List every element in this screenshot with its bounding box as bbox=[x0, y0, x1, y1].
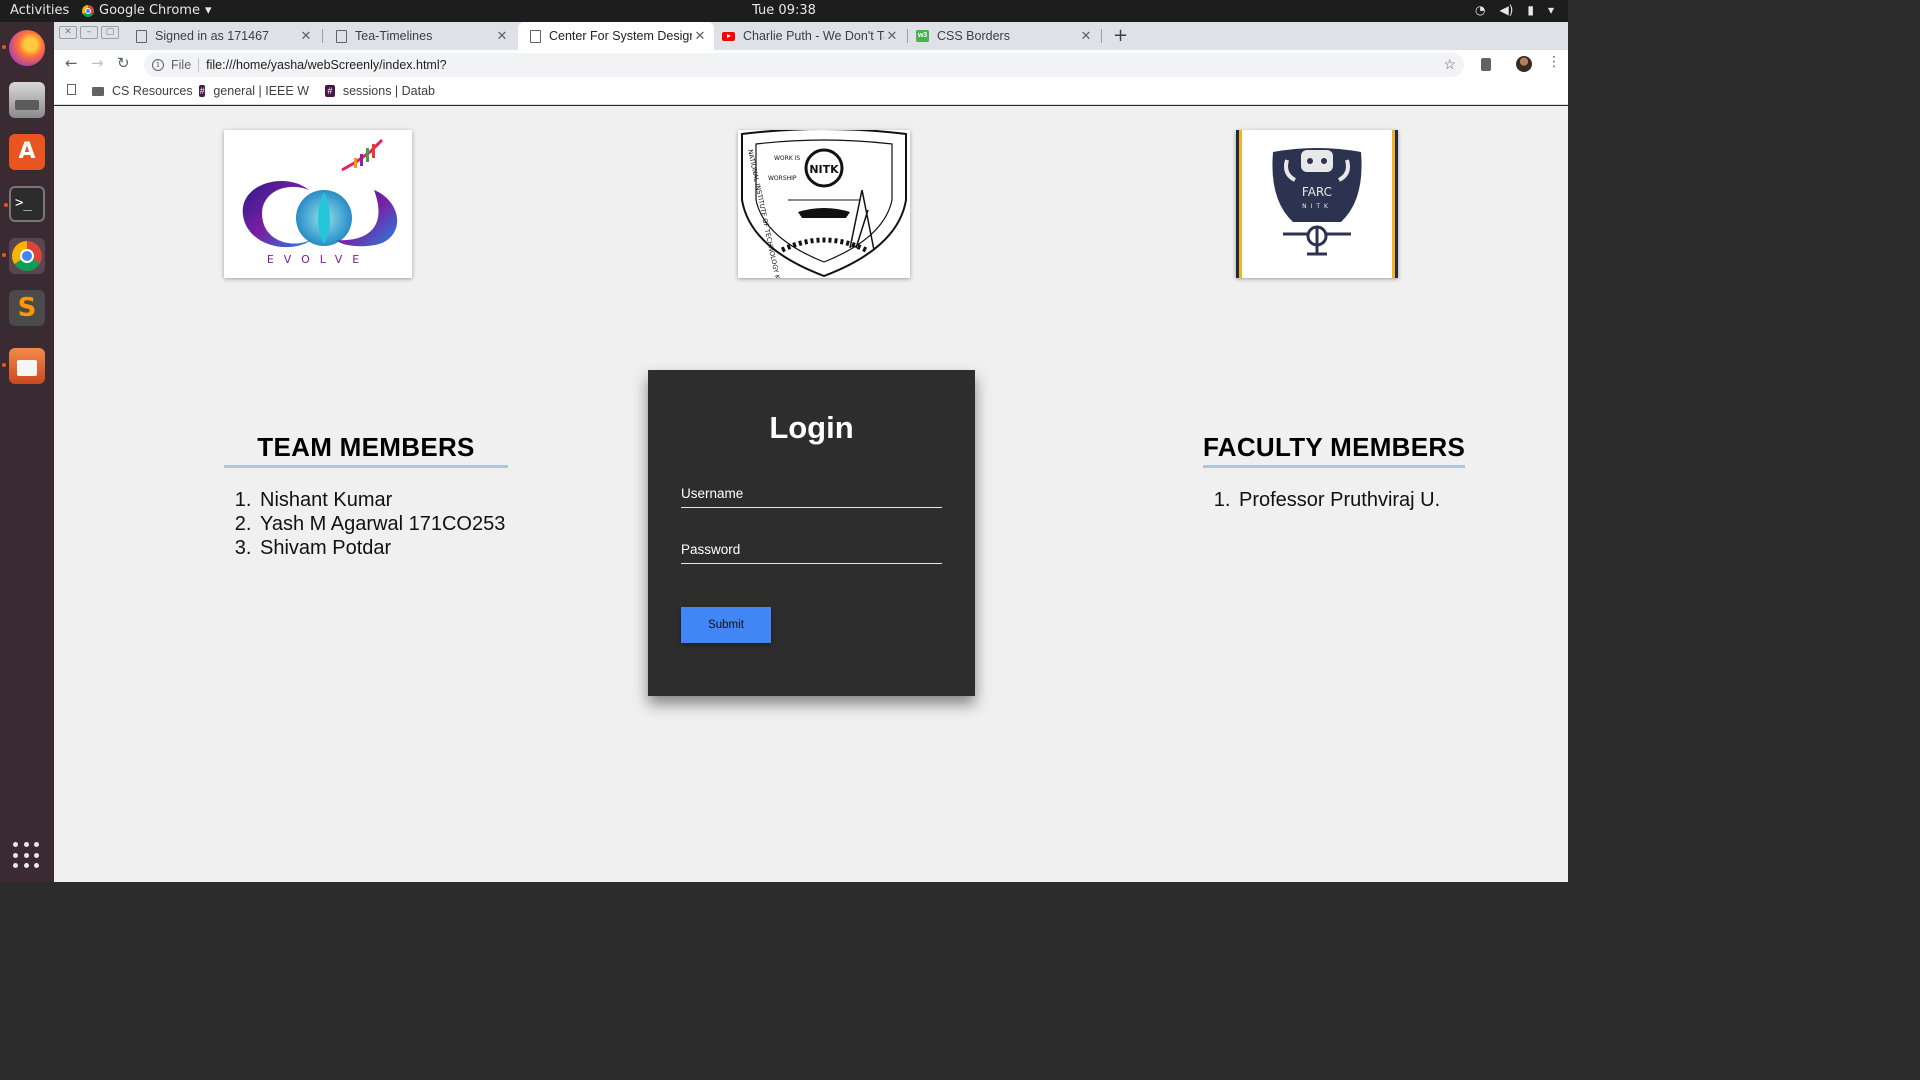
farc-nitk-logo: FARC NITK bbox=[1236, 130, 1398, 278]
close-tab-icon[interactable]: ✕ bbox=[494, 28, 510, 44]
close-tab-icon[interactable]: ✕ bbox=[1078, 28, 1094, 44]
page-icon bbox=[136, 29, 147, 43]
password-input[interactable] bbox=[681, 538, 942, 557]
tab-strip: ✕ – ▢ Signed in as 171467 ✕ Tea-Timeline… bbox=[54, 22, 1568, 50]
clock[interactable]: Tue 09:38 bbox=[0, 3, 1568, 18]
ubuntu-dock: A >_ S bbox=[0, 22, 54, 882]
tab-title: Charlie Puth - We Don't Ta bbox=[743, 29, 884, 43]
tab-title: Center For System Design bbox=[549, 29, 692, 43]
list-item: Nishant Kumar bbox=[257, 488, 508, 512]
page-icon bbox=[67, 84, 76, 95]
team-members-section: TEAM MEMBERS Nishant Kumar Yash M Agarwa… bbox=[224, 432, 508, 560]
faculty-members-section: FACULTY MEMBERS Professor Pruthviraj U. bbox=[1203, 432, 1466, 512]
password-field bbox=[681, 538, 942, 564]
window-controls: ✕ – ▢ bbox=[59, 26, 119, 39]
bookmark-label: sessions | Datab bbox=[342, 84, 435, 98]
app-menu[interactable]: Google Chrome ▾ bbox=[82, 3, 212, 18]
tab-title: Signed in as 171467 bbox=[155, 29, 269, 43]
firefox-icon[interactable] bbox=[2, 30, 45, 66]
extension-icon[interactable] bbox=[1481, 58, 1491, 71]
reload-icon[interactable]: ↻ bbox=[117, 54, 130, 72]
minimize-window-icon[interactable]: – bbox=[80, 26, 98, 39]
bookmark-cs-resources[interactable]: CS Resources bbox=[92, 84, 193, 98]
close-tab-icon[interactable]: ✕ bbox=[692, 28, 708, 44]
show-applications-icon[interactable] bbox=[13, 842, 41, 870]
url-text[interactable]: file:///home/yasha/webScreenly/index.htm… bbox=[206, 58, 446, 72]
info-icon[interactable]: i bbox=[152, 59, 164, 71]
chrome-icon[interactable] bbox=[2, 238, 45, 274]
menu-kebab-icon[interactable]: ⋮ bbox=[1547, 54, 1561, 70]
profile-avatar[interactable] bbox=[1516, 56, 1532, 72]
back-arrow-icon[interactable]: ← bbox=[65, 54, 78, 72]
slack-icon: # bbox=[199, 85, 206, 97]
browser-toolbar: ← → ↻ i File file:///home/yasha/webScree… bbox=[54, 50, 1568, 80]
tab-tea-timelines[interactable]: Tea-Timelines ✕ bbox=[324, 22, 516, 50]
tab-title: CSS Borders bbox=[937, 29, 1010, 43]
login-form: Login Submit bbox=[648, 370, 975, 696]
bookmarks-bar: CS Resources # general | IEEE W # sessio… bbox=[54, 80, 1568, 105]
list-item: Yash M Agarwal 171CO253 bbox=[257, 512, 508, 536]
csd-evolve-logo: EVOLVE bbox=[224, 130, 412, 278]
system-tray[interactable]: ◔ ◀) ▮ ▾ bbox=[1475, 3, 1554, 17]
page-icon bbox=[336, 29, 347, 43]
bookmark-label: general | IEEE W bbox=[213, 84, 309, 98]
bookmark-sessions-datab[interactable]: # sessions | Datab bbox=[325, 84, 435, 98]
image-viewer-icon[interactable] bbox=[2, 348, 45, 384]
close-tab-icon[interactable]: ✕ bbox=[884, 28, 900, 44]
folder-icon bbox=[92, 86, 104, 96]
logo-farc-text: FARC bbox=[1302, 185, 1332, 199]
maximize-window-icon[interactable]: ▢ bbox=[101, 26, 119, 39]
file-cabinet-icon[interactable] bbox=[9, 82, 45, 118]
logo-work-is-text: WORK IS bbox=[774, 155, 800, 162]
activities-button[interactable]: Activities bbox=[10, 3, 69, 18]
terminal-icon[interactable]: >_ bbox=[4, 186, 45, 222]
battery-icon: ▮ bbox=[1527, 3, 1534, 17]
list-item: Shivam Potdar bbox=[257, 536, 508, 560]
list-item: Professor Pruthviraj U. bbox=[1236, 488, 1465, 512]
faculty-members-heading: FACULTY MEMBERS bbox=[1203, 432, 1466, 468]
bookmark-general-ieee[interactable]: # general | IEEE W bbox=[199, 84, 309, 98]
tab-title: Tea-Timelines bbox=[355, 29, 433, 43]
tab-charlie-puth[interactable]: Charlie Puth - We Don't Ta ✕ bbox=[710, 22, 906, 50]
software-center-icon[interactable]: A bbox=[9, 134, 45, 170]
logo-farc-sub-text: NITK bbox=[1302, 203, 1332, 210]
login-title: Login bbox=[769, 410, 854, 445]
apps-shortcut[interactable] bbox=[67, 84, 76, 95]
logo-nitk-text: NITK bbox=[809, 163, 839, 176]
youtube-icon bbox=[722, 31, 735, 41]
chrome-icon bbox=[82, 4, 94, 17]
scheme-label: File bbox=[171, 58, 192, 72]
w3schools-icon: w3 bbox=[916, 30, 929, 42]
page-content: EVOLVE NITK WORK IS WORSHIP NATIONAL INS… bbox=[54, 106, 1568, 882]
page-icon bbox=[530, 29, 541, 43]
team-members-list: Nishant Kumar Yash M Agarwal 171CO253 Sh… bbox=[257, 488, 508, 560]
gnome-top-bar: Activities Google Chrome ▾ Tue 09:38 ◔ ◀… bbox=[0, 0, 1568, 22]
tab-css-borders[interactable]: w3 CSS Borders ✕ bbox=[904, 22, 1100, 50]
submit-button[interactable]: Submit bbox=[681, 607, 771, 643]
logo-evolve-text: EVOLVE bbox=[267, 253, 369, 266]
chevron-down-icon: ▾ bbox=[1547, 3, 1554, 17]
caret-down-icon: ▾ bbox=[204, 3, 212, 18]
sublime-text-icon[interactable]: S bbox=[9, 290, 45, 326]
faculty-members-list: Professor Pruthviraj U. bbox=[1236, 488, 1465, 512]
bookmark-label: CS Resources bbox=[112, 84, 193, 98]
team-members-heading: TEAM MEMBERS bbox=[224, 432, 508, 468]
slack-icon: # bbox=[325, 85, 335, 97]
app-menu-label: Google Chrome bbox=[99, 3, 200, 18]
wifi-icon: ◔ bbox=[1474, 3, 1486, 17]
tab-center-for-system-design[interactable]: Center For System Design ✕ bbox=[518, 22, 714, 50]
forward-arrow-icon[interactable]: → bbox=[91, 54, 104, 72]
username-field bbox=[681, 482, 942, 508]
new-tab-icon[interactable]: + bbox=[1113, 25, 1128, 46]
address-bar[interactable]: i File file:///home/yasha/webScreenly/in… bbox=[144, 53, 1464, 77]
logo-worship-text: WORSHIP bbox=[768, 175, 797, 182]
username-input[interactable] bbox=[681, 482, 942, 501]
bookmark-star-icon[interactable]: ☆ bbox=[1443, 56, 1456, 73]
tab-signed-in[interactable]: Signed in as 171467 ✕ bbox=[124, 22, 320, 50]
volume-icon: ◀) bbox=[1499, 3, 1514, 17]
close-tab-icon[interactable]: ✕ bbox=[298, 28, 314, 44]
nitk-crest-logo: NITK WORK IS WORSHIP NATIONAL INSTITUTE … bbox=[738, 128, 910, 355]
close-window-icon[interactable]: ✕ bbox=[59, 26, 77, 39]
